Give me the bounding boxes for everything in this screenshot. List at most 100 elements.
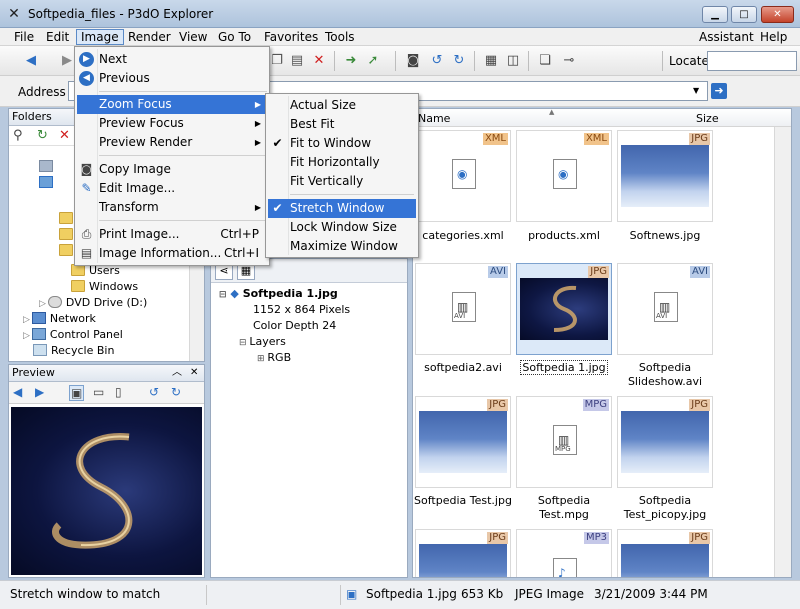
photo-thumbnail xyxy=(621,145,709,207)
file-name[interactable]: Softnews.jpg xyxy=(615,229,715,243)
collapse-icon[interactable]: ︿ xyxy=(172,365,182,381)
file-thumb[interactable]: JPG xyxy=(415,529,511,577)
move-to-icon[interactable]: ➜ xyxy=(342,52,360,70)
file-thumb[interactable]: XML ◉ xyxy=(415,130,511,222)
menu-favorites[interactable]: Favorites xyxy=(260,29,322,45)
menu-edit[interactable]: Edit xyxy=(42,29,73,45)
rotate-left-icon[interactable]: ↺ xyxy=(428,52,446,70)
copy-to-icon[interactable]: ➚ xyxy=(364,52,382,70)
tree-item-partial-1[interactable] xyxy=(39,159,57,175)
menu-view[interactable]: View xyxy=(175,29,211,45)
preview-next-icon[interactable]: ▶ xyxy=(35,385,44,399)
tree-item-control-panel[interactable]: ▷ Control Panel xyxy=(23,327,123,343)
fit-window-icon[interactable]: ▣ xyxy=(69,385,85,401)
menu-item-lock-window-size[interactable]: Lock Window Size xyxy=(268,218,416,237)
camera-icon[interactable]: ◙ xyxy=(404,52,422,70)
file-thumb[interactable]: MPG ▥ MPG xyxy=(516,396,612,488)
close-button[interactable]: ✕ xyxy=(761,6,794,23)
rotate-right-icon[interactable]: ↻ xyxy=(450,52,468,70)
menu-image[interactable]: Image xyxy=(76,29,124,45)
tree-item-dvd-drive[interactable]: ▷ DVD Drive (D:) xyxy=(39,295,147,311)
preview-prev-icon[interactable]: ◀ xyxy=(13,385,22,399)
file-name[interactable]: Softpedia Test.mpg xyxy=(514,494,614,522)
thumbnails-view-icon[interactable]: ▦ xyxy=(482,52,500,70)
menu-item-transform[interactable]: Transform ▶ xyxy=(77,198,267,217)
file-thumb[interactable]: JPG xyxy=(617,529,713,577)
address-dropdown-icon[interactable]: ▼ xyxy=(693,86,699,95)
menu-item-best-fit[interactable]: Best Fit xyxy=(268,115,416,134)
preview-rotate-right-icon[interactable]: ↻ xyxy=(171,385,181,399)
menu-tools[interactable]: Tools xyxy=(321,29,359,45)
file-name[interactable]: Softpedia Test.jpg xyxy=(413,494,513,508)
delete-folder-icon[interactable]: ✕ xyxy=(59,128,70,143)
submenu-arrow-icon: ▶ xyxy=(254,100,261,109)
file-name[interactable]: softpedia2.avi xyxy=(413,361,513,375)
tree-item-network[interactable]: ▷ Network xyxy=(23,311,96,327)
file-thumb-selected[interactable]: JPG xyxy=(516,263,612,355)
file-name[interactable]: Softpedia Test_picopy.jpg xyxy=(615,494,715,522)
file-thumb[interactable]: JPG xyxy=(415,396,511,488)
menu-item-copy-image[interactable]: ◙ Copy Image xyxy=(77,160,267,179)
menu-item-preview-render[interactable]: Preview Render ▶ xyxy=(77,133,267,152)
menu-item-actual-size[interactable]: Actual Size xyxy=(268,96,416,115)
menu-item-fit-horizontally[interactable]: Fit Horizontally xyxy=(268,153,416,172)
delete-icon[interactable]: ✕ xyxy=(310,52,328,70)
menu-item-edit-image[interactable]: ✎ Edit Image... xyxy=(77,179,267,198)
preview-rotate-left-icon[interactable]: ↺ xyxy=(149,385,159,399)
paste-icon[interactable]: ▤ xyxy=(288,52,306,70)
go-icon[interactable]: ➜ xyxy=(711,83,727,99)
file-thumb[interactable]: AVI ▥ AVI xyxy=(617,263,713,355)
menu-file[interactable]: File xyxy=(10,29,38,45)
menu-item-fit-vertically[interactable]: Fit Vertically xyxy=(268,172,416,191)
menu-item-preview-focus[interactable]: Preview Focus ▶ xyxy=(77,114,267,133)
copy-icon[interactable]: ❐ xyxy=(268,52,286,70)
files-scrollbar[interactable] xyxy=(774,127,791,577)
menu-render[interactable]: Render xyxy=(124,29,175,45)
menu-item-print-image[interactable]: ⎙ Print Image... Ctrl+P xyxy=(77,225,267,244)
fit-vertical-icon[interactable]: ▯ xyxy=(115,385,122,399)
maximize-button[interactable]: □ xyxy=(731,6,757,23)
file-thumb[interactable]: AVI ▥ AVI xyxy=(415,263,511,355)
menu-item-fit-to-window[interactable]: ✔ Fit to Window xyxy=(268,134,416,153)
pin-icon[interactable]: ⊸ xyxy=(560,52,578,70)
menu-item-stretch-window[interactable]: ✔ Stretch Window xyxy=(268,199,416,218)
file-thumb[interactable]: XML ◉ xyxy=(516,130,612,222)
photo-thumbnail xyxy=(419,544,507,577)
video-file-icon: ▥ AVI xyxy=(654,292,678,322)
column-size[interactable]: Size xyxy=(696,112,719,125)
menu-item-maximize-window[interactable]: Maximize Window xyxy=(268,237,416,256)
file-thumb[interactable]: MP3 ♪ xyxy=(516,529,612,577)
preview-tools: ◀ ▶ ▣ ▭ ▯ ↺ ↻ xyxy=(9,382,204,404)
file-type-badge: JPG xyxy=(588,266,609,278)
file-thumb[interactable]: JPG xyxy=(617,130,713,222)
check-icon: ✔ xyxy=(272,136,283,150)
menu-goto[interactable]: Go To xyxy=(214,29,255,45)
menu-item-image-information[interactable]: ▤ Image Information... Ctrl+I xyxy=(77,244,267,263)
split-view-icon[interactable]: ◫ xyxy=(504,52,522,70)
menu-item-next[interactable]: ▶ Next xyxy=(77,50,267,69)
search-icon[interactable]: ⚲ xyxy=(13,128,23,143)
refresh-icon[interactable]: ↻ xyxy=(37,128,48,143)
tree-item-windows[interactable]: Windows xyxy=(71,279,138,295)
zoom-focus-submenu: Actual Size Best Fit ✔ Fit to Window Fit… xyxy=(265,93,419,258)
column-name[interactable]: Name xyxy=(418,112,450,125)
tree-item-recycle-bin[interactable]: Recycle Bin xyxy=(33,343,114,359)
file-name[interactable]: products.xml xyxy=(514,229,614,243)
image-menu: ▶ Next ◀ Previous Zoom Focus ▶ Preview F… xyxy=(74,46,270,266)
photo-thumbnail xyxy=(621,544,709,577)
menu-item-zoom-focus[interactable]: Zoom Focus ▶ xyxy=(77,95,267,114)
close-preview-icon[interactable]: ✕ xyxy=(190,365,198,381)
windows-icon[interactable]: ❏ xyxy=(536,52,554,70)
minimize-button[interactable]: ▁ xyxy=(702,6,728,23)
menu-help[interactable]: Help xyxy=(756,29,791,45)
file-thumb[interactable]: JPG xyxy=(617,396,713,488)
file-name-selected[interactable]: Softpedia 1.jpg xyxy=(514,360,614,375)
tree-item-partial-2[interactable] xyxy=(39,175,57,191)
file-name[interactable]: categories.xml xyxy=(413,229,513,243)
locate-input[interactable] xyxy=(707,51,797,71)
back-icon[interactable]: ◀ xyxy=(22,52,40,70)
file-name[interactable]: Softpedia Slideshow.avi xyxy=(615,361,715,389)
menu-item-previous[interactable]: ◀ Previous xyxy=(77,69,267,88)
fit-horizontal-icon[interactable]: ▭ xyxy=(93,385,104,399)
menu-assistant[interactable]: Assistant xyxy=(695,29,758,45)
